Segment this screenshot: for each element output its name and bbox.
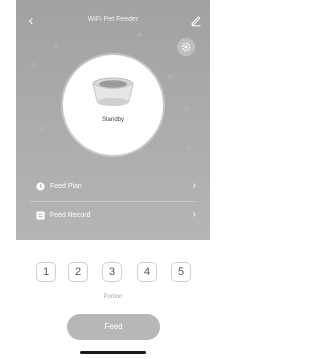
navigation-bar: ‹ WiFi Pet Feeder: [16, 12, 210, 28]
feed-record-label: Feed Record: [50, 212, 91, 219]
list-icon: [36, 211, 45, 220]
feed-plan-label: Feed Plan: [50, 183, 82, 190]
device-panel: ● ● ● ● ● ● ● ‹ WiFi Pet Feeder Standby …: [16, 0, 210, 240]
portion-label: Portion: [103, 294, 123, 300]
page-title: WiFi Pet Feeder: [87, 16, 139, 23]
paw-print-icon: ●: [30, 59, 37, 71]
device-status-text: Standby: [101, 117, 125, 123]
feed-plan-row[interactable]: Feed Plan ›: [16, 172, 210, 202]
pencil-icon: [191, 16, 201, 27]
clock-icon: [36, 182, 45, 191]
chevron-right-icon: ›: [192, 209, 196, 220]
pet-bowl-icon: [92, 77, 134, 106]
portion-option-1[interactable]: 1: [36, 262, 56, 282]
paw-print-icon: ●: [184, 103, 191, 115]
portion-option-3[interactable]: 3: [102, 262, 122, 282]
feed-button[interactable]: Feed: [67, 314, 160, 340]
chevron-right-icon: ›: [192, 180, 196, 191]
paw-print-icon: ●: [136, 29, 143, 41]
portion-selector: 1 2 3 4 5: [16, 262, 210, 284]
paw-print-icon: ●: [186, 141, 193, 153]
paw-print-icon: ●: [166, 71, 173, 83]
paw-print-icon: ●: [38, 123, 45, 135]
portion-option-5[interactable]: 5: [171, 262, 191, 282]
device-status-dial: Standby: [63, 55, 163, 155]
home-indicator: [80, 351, 146, 354]
app-screen: ● ● ● ● ● ● ● ‹ WiFi Pet Feeder Standby …: [16, 0, 210, 359]
portion-option-2[interactable]: 2: [68, 262, 88, 282]
feed-record-row[interactable]: Feed Record ›: [16, 201, 210, 231]
portion-option-4[interactable]: 4: [137, 262, 157, 282]
edit-button[interactable]: [189, 13, 203, 27]
back-button[interactable]: ‹: [24, 12, 38, 28]
chevron-left-icon: ‹: [28, 12, 34, 28]
paw-print-icon: ●: [52, 41, 59, 53]
settings-button[interactable]: [177, 38, 195, 56]
gear-icon: [181, 42, 191, 52]
